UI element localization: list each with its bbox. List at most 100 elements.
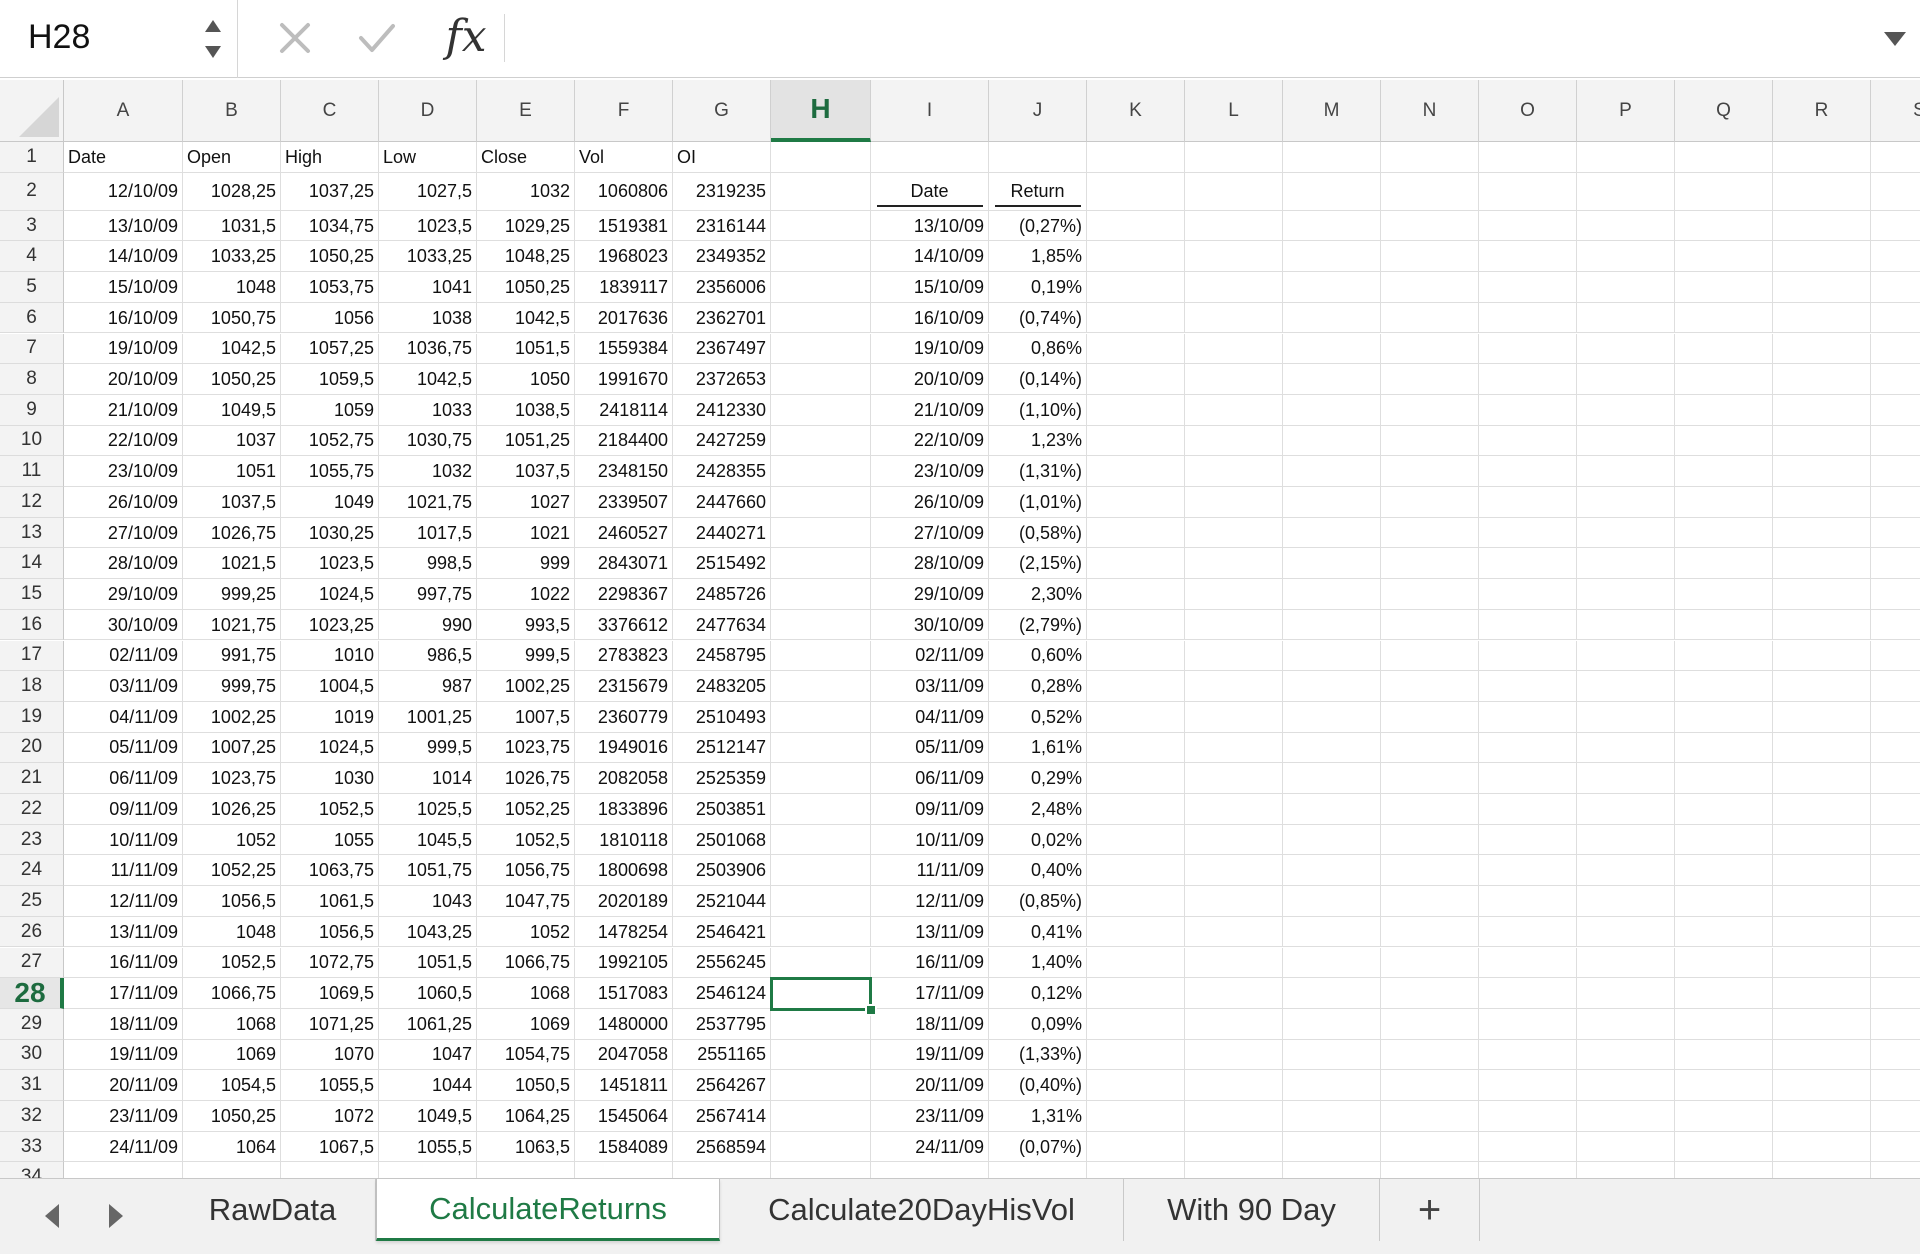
grid-cell[interactable]	[1479, 425, 1577, 457]
grid-cell[interactable]	[771, 210, 871, 242]
grid-cell[interactable]	[771, 272, 871, 303]
data-cell[interactable]: 1480000	[575, 1008, 673, 1040]
data-cell[interactable]: 1043,25	[379, 916, 477, 948]
return-value-cell[interactable]: (0,74%)	[989, 302, 1087, 334]
data-cell[interactable]: 1048	[183, 916, 281, 948]
grid-cell[interactable]	[1577, 1101, 1675, 1132]
grid-cell[interactable]	[1381, 1131, 1479, 1163]
grid-cell[interactable]	[1087, 916, 1185, 948]
grid-cell[interactable]	[1283, 1008, 1381, 1040]
return-date-cell[interactable]: 27/10/09	[871, 517, 989, 549]
column-header-a[interactable]: A	[64, 80, 183, 142]
data-cell[interactable]: 1023,5	[281, 548, 379, 580]
data-cell[interactable]: 1037	[183, 425, 281, 457]
data-cell[interactable]: 2184400	[575, 425, 673, 457]
data-cell[interactable]: 1050,25	[183, 1101, 281, 1132]
return-value-cell[interactable]: 2,48%	[989, 794, 1087, 825]
return-date-cell[interactable]: 19/11/09	[871, 1039, 989, 1071]
grid-cell[interactable]	[1871, 518, 1920, 549]
data-cell[interactable]: 1028,25	[183, 172, 281, 211]
data-cell[interactable]: 2501068	[673, 824, 771, 856]
data-cell[interactable]: 2082058	[575, 763, 673, 794]
data-cell[interactable]: 1051	[183, 456, 281, 487]
grid-cell[interactable]	[771, 916, 871, 948]
select-all-corner[interactable]	[0, 80, 64, 142]
grid-cell[interactable]	[1087, 978, 1185, 1009]
grid-cell[interactable]	[1871, 303, 1920, 334]
data-cell[interactable]: 21/10/09	[64, 394, 183, 426]
data-cell[interactable]: 1033	[379, 394, 477, 426]
grid-cell[interactable]	[1479, 394, 1577, 426]
grid-cell[interactable]	[771, 763, 871, 794]
grid-cell[interactable]	[1773, 579, 1871, 610]
column-header-n[interactable]: N	[1381, 80, 1479, 142]
data-cell[interactable]: 02/11/09	[64, 640, 183, 672]
data-cell[interactable]: 1023,5	[379, 210, 477, 242]
data-cell[interactable]: 1049	[281, 487, 379, 518]
grid-cell[interactable]	[1479, 916, 1577, 948]
data-cell[interactable]: 06/11/09	[64, 763, 183, 794]
grid-cell[interactable]	[1871, 794, 1920, 825]
return-date-cell[interactable]: 09/11/09	[871, 794, 989, 825]
grid-cell[interactable]	[1577, 364, 1675, 395]
data-cell[interactable]: 04/11/09	[64, 701, 183, 733]
grid-cell[interactable]	[1185, 364, 1283, 395]
grid-cell[interactable]	[1381, 886, 1479, 917]
name-box-stepper-icon[interactable]	[202, 12, 224, 66]
grid-cell[interactable]	[1577, 172, 1675, 211]
data-cell[interactable]: 1051,75	[379, 855, 477, 887]
grid-cell[interactable]	[1675, 333, 1773, 365]
grid-cell[interactable]	[1577, 886, 1675, 917]
data-cell[interactable]: 2477634	[673, 609, 771, 641]
data-cell[interactable]: 09/11/09	[64, 794, 183, 825]
grid-cell[interactable]	[1773, 548, 1871, 580]
grid-cell[interactable]	[1675, 272, 1773, 303]
data-cell[interactable]: 19/10/09	[64, 333, 183, 365]
grid-cell[interactable]	[771, 172, 871, 211]
grid-cell[interactable]	[1577, 333, 1675, 365]
grid-cell[interactable]	[1675, 855, 1773, 887]
return-value-cell[interactable]: (1,10%)	[989, 394, 1087, 426]
grid-cell[interactable]	[1381, 333, 1479, 365]
grid-cell[interactable]	[1479, 732, 1577, 764]
grid-cell[interactable]	[1479, 1039, 1577, 1071]
data-cell[interactable]: 2319235	[673, 172, 771, 211]
data-cell[interactable]: 22/10/09	[64, 425, 183, 457]
return-date-cell[interactable]: 02/11/09	[871, 640, 989, 672]
grid-cell[interactable]	[1675, 487, 1773, 518]
data-cell[interactable]: 2349352	[673, 241, 771, 273]
grid-cell[interactable]	[1381, 302, 1479, 334]
grid-cell[interactable]	[1577, 272, 1675, 303]
data-cell[interactable]: 1026,75	[477, 763, 575, 794]
grid-cell[interactable]	[1675, 609, 1773, 641]
return-date-cell[interactable]: 04/11/09	[871, 701, 989, 733]
grid-cell[interactable]	[1871, 1132, 1920, 1163]
data-cell[interactable]: 10/11/09	[64, 824, 183, 856]
grid-cell[interactable]	[1185, 1039, 1283, 1071]
grid-cell[interactable]	[1381, 701, 1479, 733]
grid-cell[interactable]	[1087, 732, 1185, 764]
grid-cell[interactable]	[1283, 364, 1381, 395]
grid-cell[interactable]	[1773, 640, 1871, 672]
data-cell[interactable]: 2316144	[673, 210, 771, 242]
grid-cell[interactable]	[1773, 333, 1871, 365]
grid-cell[interactable]	[1381, 732, 1479, 764]
data-cell[interactable]: 28/10/09	[64, 548, 183, 580]
column-header-e[interactable]: E	[477, 80, 575, 142]
grid-cell[interactable]	[1675, 1101, 1773, 1132]
data-cell[interactable]: 1017,5	[379, 517, 477, 549]
grid-cell[interactable]	[1479, 487, 1577, 518]
grid-cell[interactable]	[1087, 456, 1185, 487]
data-cell[interactable]: 1050,25	[281, 241, 379, 273]
grid-cell[interactable]	[1871, 917, 1920, 948]
column-header-b[interactable]: B	[183, 80, 281, 142]
data-cell[interactable]: 993,5	[477, 609, 575, 641]
grid-cell[interactable]	[1871, 487, 1920, 518]
return-value-cell[interactable]: 0,52%	[989, 701, 1087, 733]
grid-cell[interactable]	[1577, 763, 1675, 794]
return-value-cell[interactable]: 0,40%	[989, 855, 1087, 887]
grid-cell[interactable]	[1675, 763, 1773, 794]
data-cell[interactable]: 2315679	[575, 671, 673, 702]
return-value-cell[interactable]: (0,14%)	[989, 364, 1087, 395]
return-date-cell[interactable]: 13/10/09	[871, 210, 989, 242]
